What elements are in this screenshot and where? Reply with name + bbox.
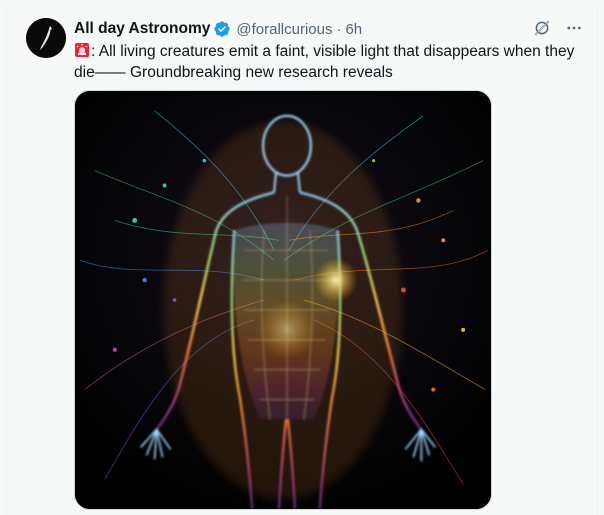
- tweet-timestamp[interactable]: 6h: [345, 21, 362, 38]
- separator-dot: ·: [336, 20, 342, 38]
- rotating-light-icon: [74, 42, 90, 58]
- grok-icon[interactable]: [531, 17, 553, 39]
- more-icon[interactable]: [563, 17, 585, 39]
- tweet-media-image[interactable]: [74, 90, 492, 510]
- author-handle[interactable]: @forallcurious: [236, 21, 332, 38]
- glowing-human-figure-image: [75, 91, 491, 509]
- tweet-actions: [531, 17, 585, 39]
- verified-badge-icon[interactable]: [213, 20, 231, 38]
- tweet-text: : All living creatures emit a faint, vis…: [74, 41, 594, 83]
- tweet-card[interactable]: All day Astronomy @forallcurious · 6h: …: [6, 4, 598, 515]
- author-display-name[interactable]: All day Astronomy: [74, 20, 210, 38]
- avatar-logo-icon: [26, 18, 66, 58]
- tweet-header: All day Astronomy @forallcurious · 6h: [74, 18, 362, 40]
- author-avatar[interactable]: [26, 18, 66, 58]
- tweet-body-text: : All living creatures emit a faint, vis…: [74, 43, 575, 81]
